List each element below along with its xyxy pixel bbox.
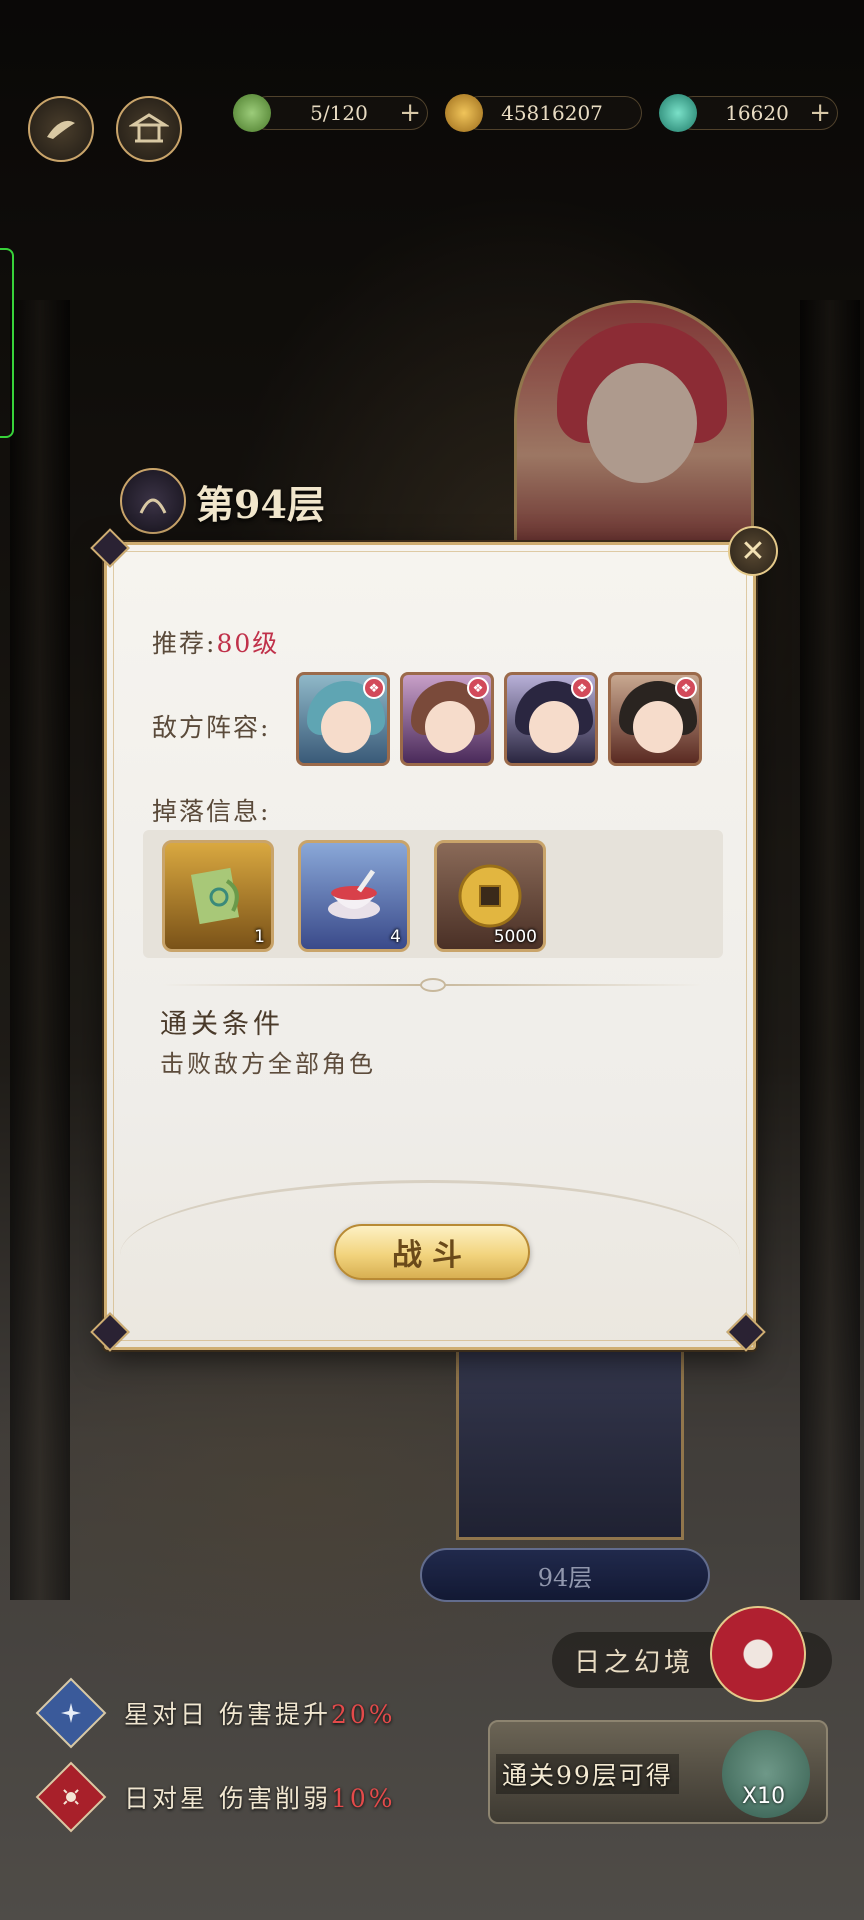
coin-value: 45816207 [501, 101, 603, 125]
leaf-icon [233, 94, 271, 132]
reward-count: X10 [742, 1784, 786, 1809]
floor-title-text: 第94层 [196, 481, 325, 527]
drop-label: 掉落信息: [152, 797, 271, 826]
element-icon: ❖ [467, 677, 489, 699]
back-button[interactable] [28, 96, 94, 162]
buff-text: 星对日 伤害提升20% [124, 1695, 396, 1731]
buff-row: 日对星 伤害削弱10% [35, 1761, 396, 1833]
enemy-avatar[interactable]: ❖ [608, 672, 702, 766]
pavilion-button[interactable] [116, 96, 182, 162]
buff-description: 日对星 伤害削弱 [124, 1784, 331, 1813]
recommend-row: 推荐:80级 [152, 624, 279, 660]
element-icon: ❖ [363, 677, 385, 699]
coin-counter: 45816207 [445, 94, 642, 132]
stamina-value: 5/120 [310, 101, 368, 125]
drop-item[interactable]: 5000 [434, 840, 546, 952]
recommend-label: 推荐: [152, 629, 217, 658]
pavilion-icon [129, 113, 169, 143]
clear-condition-text: 击败敌方全部角色 [160, 1050, 376, 1078]
sun-realm-icon[interactable] [710, 1606, 806, 1702]
enemy-avatar[interactable]: ❖ [400, 672, 494, 766]
reward-label: 通关99层可得 [496, 1754, 679, 1794]
enemy-avatar[interactable]: ❖ [504, 672, 598, 766]
clear-condition-title: 通关条件 [160, 1009, 284, 1040]
drop-count: 4 [390, 927, 401, 947]
buff-text: 日对星 伤害削弱10% [124, 1779, 396, 1815]
close-button[interactable]: ✕ [728, 526, 778, 576]
enemy-avatar[interactable]: ❖ [296, 672, 390, 766]
fight-button[interactable]: 战斗 [334, 1224, 530, 1280]
enemy-label: 敌方阵容: [152, 713, 271, 742]
element-icon: ❖ [675, 677, 697, 699]
jade-add-button[interactable]: + [809, 97, 831, 129]
stamina-counter: 5/120 + [233, 94, 428, 132]
floor-title: 第94层 [120, 468, 325, 534]
bowl-icon [328, 869, 380, 919]
jade-orb-icon [659, 94, 697, 132]
drop-item[interactable]: 4 [298, 840, 410, 952]
buff-row: 星对日 伤害提升20% [35, 1677, 396, 1749]
realm-label: 日之幻境 [574, 1647, 695, 1678]
drop-item[interactable]: 1 [162, 840, 274, 952]
divider-ornament [420, 978, 446, 992]
element-icon: ❖ [571, 677, 593, 699]
buff-percent: 20% [330, 1700, 396, 1729]
floor-emblem-icon [120, 468, 186, 534]
leaf-swirl-icon [47, 120, 75, 139]
buff-percent: 10% [330, 1784, 396, 1813]
coin-icon [458, 864, 522, 928]
stamina-add-button[interactable]: + [399, 97, 421, 129]
scroll-icon [190, 867, 240, 925]
recommend-level: 80级 [216, 629, 280, 658]
star-element-icon [35, 1677, 107, 1749]
close-icon: ✕ [740, 533, 766, 569]
side-tab[interactable] [0, 248, 14, 438]
jade-value: 16620 [725, 101, 789, 125]
coin-icon [445, 94, 483, 132]
jade-counter: 16620 + [659, 94, 838, 132]
buff-description: 星对日 伤害提升 [124, 1700, 331, 1729]
drop-count: 1 [254, 927, 265, 947]
drop-count: 5000 [493, 927, 537, 947]
sun-element-icon [35, 1761, 107, 1833]
